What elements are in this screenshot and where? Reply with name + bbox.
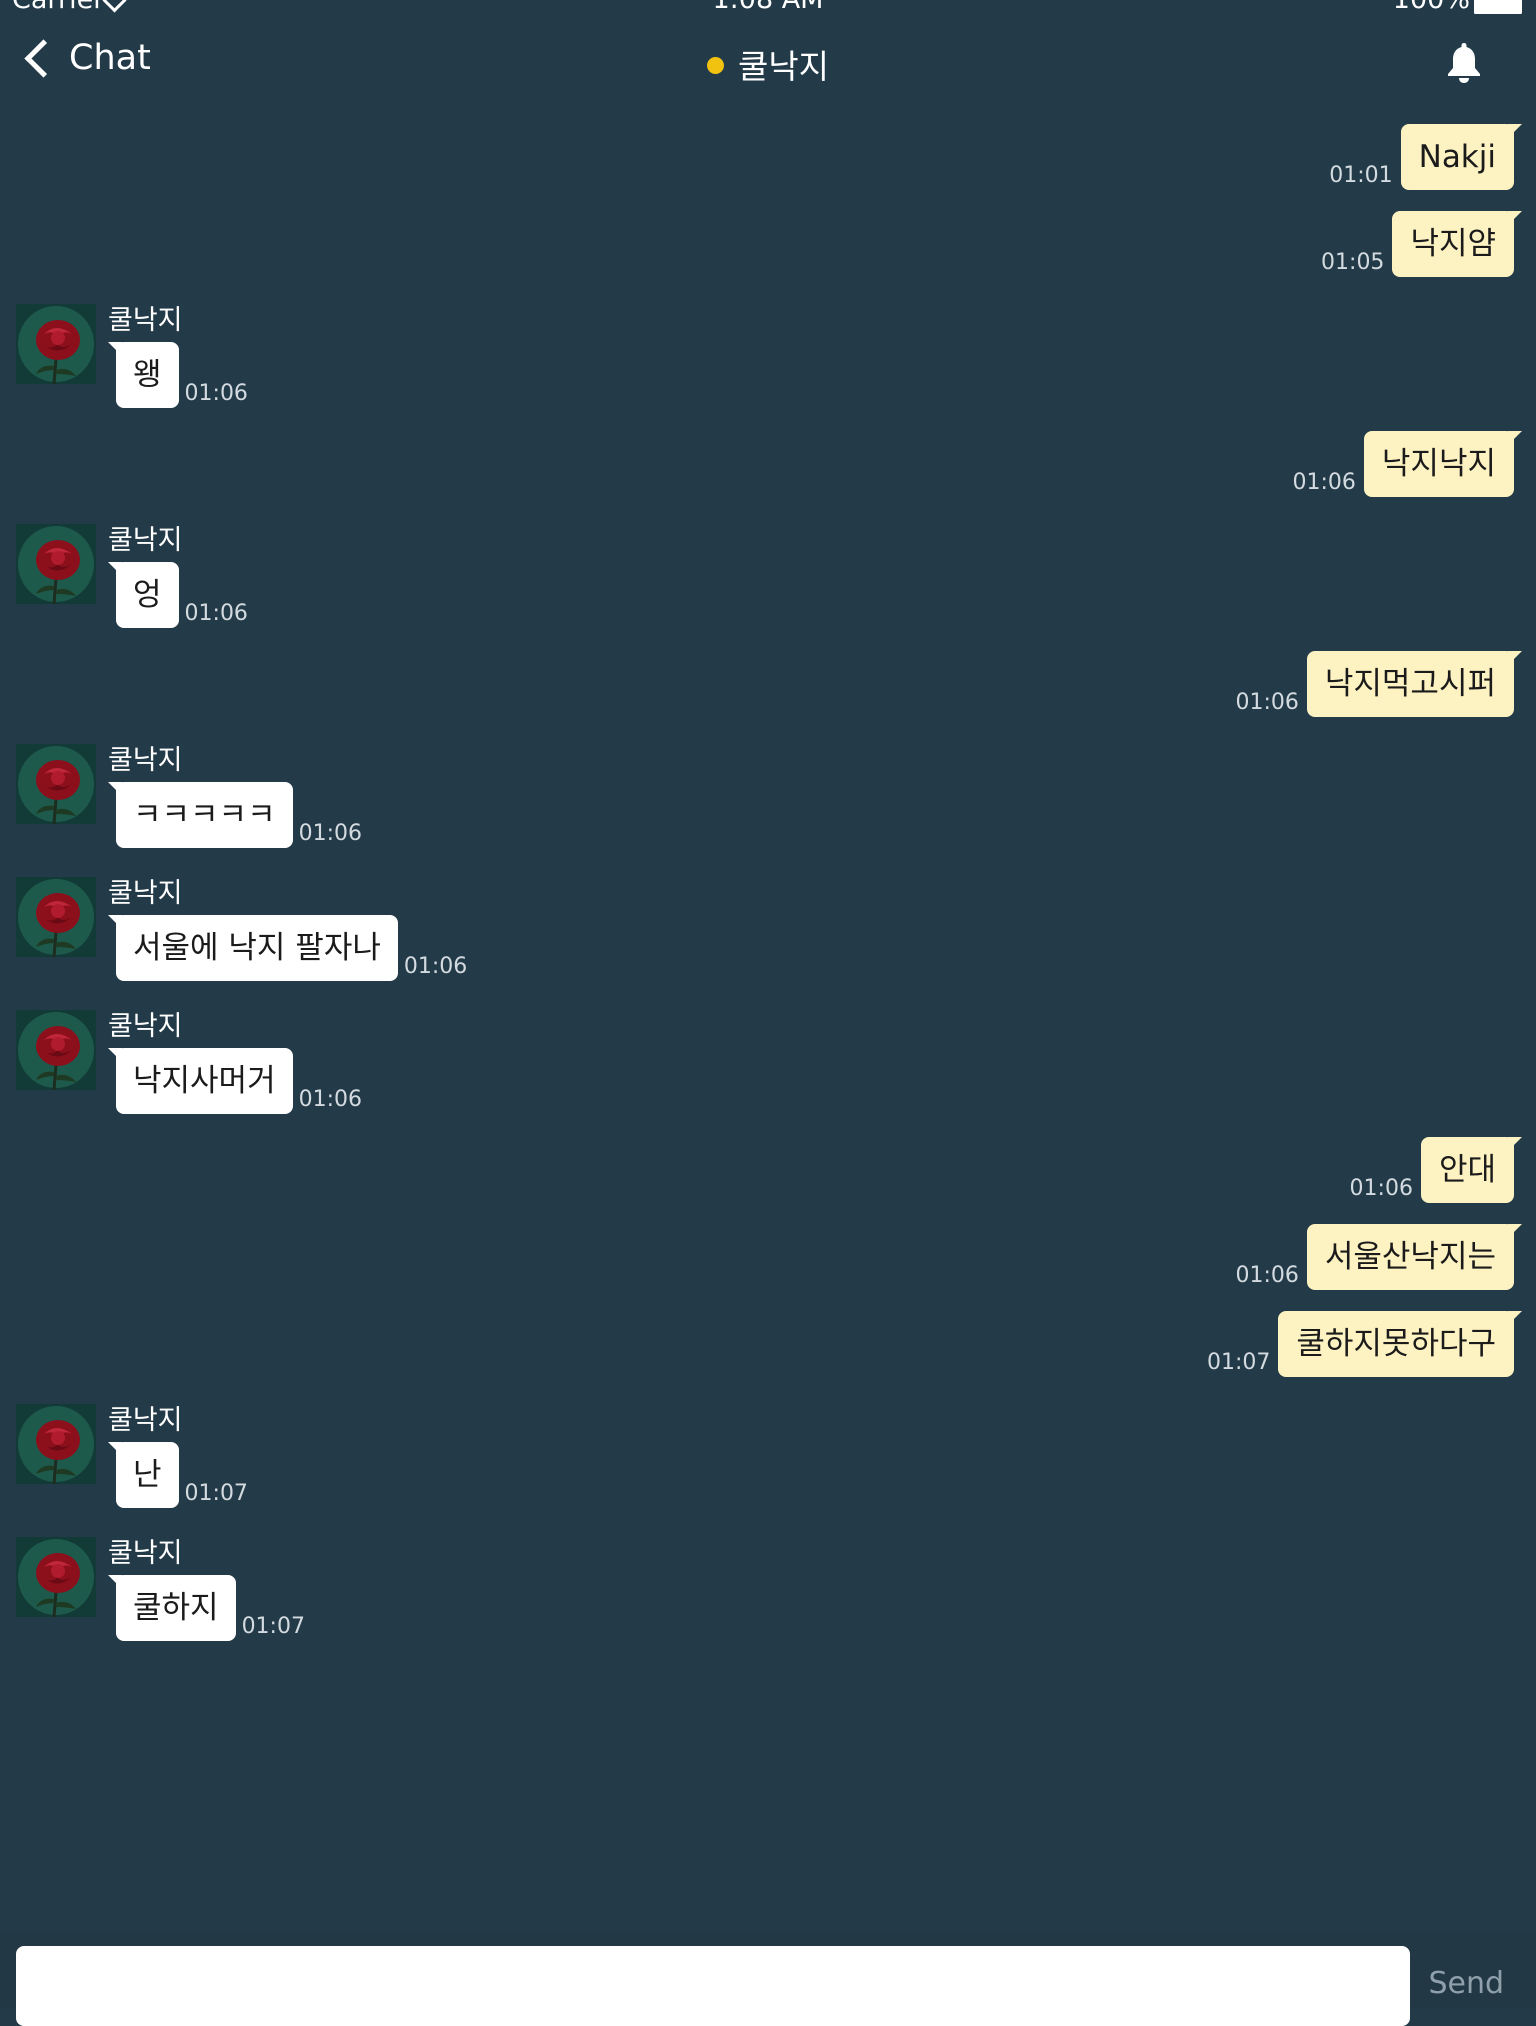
message-time: 01:06 bbox=[184, 381, 248, 406]
message-bubble[interactable]: 쿨하지 bbox=[108, 1575, 236, 1641]
rose-avatar[interactable] bbox=[16, 524, 96, 604]
message-bubble[interactable]: 엉 bbox=[108, 562, 179, 628]
message-bubble[interactable]: 서울에 낙지 팔자나 bbox=[108, 915, 398, 981]
message-time: 01:06 bbox=[298, 821, 363, 846]
rose-avatar[interactable] bbox=[16, 1537, 96, 1617]
send-button[interactable]: Send bbox=[1428, 1966, 1504, 2001]
rose-avatar[interactable] bbox=[16, 1404, 96, 1484]
message-outgoing: 01:05 낙지얌 bbox=[1321, 211, 1522, 277]
message-time: 01:06 bbox=[403, 954, 468, 979]
sender-name: 쿨낙지 bbox=[108, 525, 183, 556]
message-time: 01:07 bbox=[1206, 1350, 1271, 1375]
rose-avatar[interactable] bbox=[16, 1010, 96, 1090]
message-time: 01:06 bbox=[1292, 470, 1356, 495]
rose-avatar[interactable] bbox=[16, 877, 96, 957]
message-bubble[interactable]: Nakji bbox=[1400, 124, 1523, 190]
message-outgoing: 01:07 쿨하지못하다구 bbox=[1206, 1311, 1522, 1377]
message-time: 01:07 bbox=[184, 1481, 248, 1506]
sender-name: 쿨낙지 bbox=[108, 305, 183, 336]
message-time: 01:06 bbox=[1349, 1176, 1413, 1201]
message-bubble[interactable]: 난 bbox=[108, 1442, 179, 1508]
sender-name: 쿨낙지 bbox=[108, 745, 183, 776]
sender-name: 쿨낙지 bbox=[108, 1405, 183, 1436]
message-bubble[interactable]: 안대 bbox=[1420, 1137, 1523, 1203]
message-outgoing: 01:06 낙지낙지 bbox=[1292, 431, 1523, 497]
sender-name: 쿨낙지 bbox=[108, 878, 183, 909]
rose-avatar[interactable] bbox=[16, 304, 96, 384]
message-bubble[interactable]: ㅋㅋㅋㅋㅋ bbox=[108, 782, 293, 848]
sender-name: 쿨낙지 bbox=[108, 1011, 183, 1042]
message-outgoing: 01:06 낙지먹고시퍼 bbox=[1235, 651, 1523, 717]
message-outgoing: 01:06 안대 bbox=[1349, 1137, 1523, 1203]
message-composer: Send bbox=[0, 1932, 1536, 2026]
message-list[interactable]: 01:01 Nakji 01:05 낙지얌 쿨낙지 왱 01:06 01:06 … bbox=[0, 0, 1536, 1930]
message-bubble[interactable]: 쿨하지못하다구 bbox=[1278, 1311, 1522, 1377]
message-bubble[interactable]: 낙지사머거 bbox=[108, 1048, 293, 1114]
message-time: 01:06 bbox=[1235, 1263, 1299, 1288]
sender-name: 쿨낙지 bbox=[108, 1538, 183, 1569]
message-time: 01:06 bbox=[298, 1087, 363, 1112]
message-time: 01:01 bbox=[1329, 163, 1393, 188]
message-time: 01:06 bbox=[1235, 690, 1299, 715]
message-time: 01:05 bbox=[1321, 250, 1385, 275]
message-bubble[interactable]: 낙지얌 bbox=[1392, 211, 1522, 277]
rose-avatar[interactable] bbox=[16, 744, 96, 824]
message-bubble[interactable]: 왱 bbox=[108, 342, 179, 408]
message-outgoing: 01:01 Nakji bbox=[1329, 124, 1523, 190]
message-bubble[interactable]: 낙지먹고시퍼 bbox=[1306, 651, 1523, 717]
message-outgoing: 01:06 서울산낙지는 bbox=[1235, 1224, 1523, 1290]
message-bubble[interactable]: 낙지낙지 bbox=[1363, 431, 1523, 497]
message-input[interactable] bbox=[16, 1946, 1410, 2026]
message-time: 01:06 bbox=[184, 601, 248, 626]
message-time: 01:07 bbox=[241, 1614, 305, 1639]
message-bubble[interactable]: 서울산낙지는 bbox=[1306, 1224, 1523, 1290]
